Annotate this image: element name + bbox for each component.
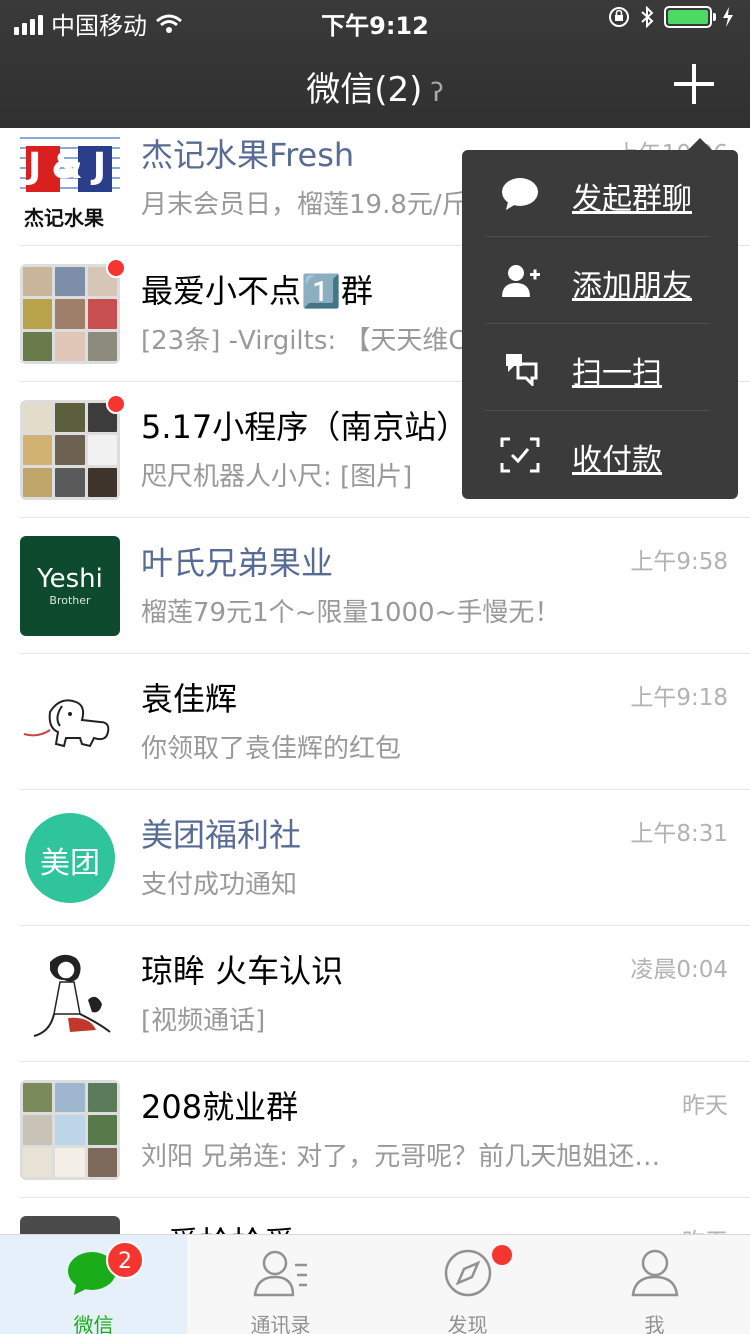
- chat-preview: 咫尺机器人小尺: [图片]: [141, 462, 413, 492]
- chat-preview: 你领取了袁佳辉的红包: [141, 734, 402, 764]
- chat-name: 208就业群: [141, 1088, 299, 1126]
- tab-label: 通讯录: [250, 1313, 311, 1334]
- menu-item-label: 收付款: [572, 443, 662, 478]
- earpiece-mode-icon: ʔ: [430, 78, 444, 108]
- avatar: Yeshi Brother: [20, 536, 120, 636]
- chat-preview: [视频通话]: [141, 1006, 266, 1036]
- group-avatar-grid: [20, 400, 120, 500]
- chat-preview: 支付成功通知: [141, 870, 298, 900]
- chat-time: 上午9:58: [630, 549, 728, 575]
- tab-bar: 2 微信 通讯录 发现 我: [0, 1234, 750, 1334]
- tab-contacts[interactable]: 通讯录: [187, 1235, 374, 1334]
- tab-label: 我: [644, 1313, 665, 1334]
- menu-item-label: 发起群聊: [572, 182, 692, 217]
- avatar: [20, 258, 126, 364]
- tab-me[interactable]: 我: [561, 1235, 748, 1334]
- chat-time: 凌晨0:04: [630, 957, 728, 983]
- chat-row[interactable]: Yeshi Brother 叶氏兄弟果业 榴莲79元1个~限量1000~手慢无！…: [0, 518, 750, 654]
- chat-name: 5.17小程序（南京站）: [141, 408, 469, 446]
- menu-item-scan[interactable]: 扫一扫: [462, 324, 738, 411]
- tab-label: 微信: [73, 1313, 114, 1334]
- battery-icon: [664, 6, 716, 28]
- compass-icon: [444, 1249, 491, 1297]
- chat-time: 昨天: [682, 1093, 728, 1119]
- bluetooth-icon: [641, 6, 654, 28]
- avatar: [20, 944, 120, 1044]
- scan-icon: [506, 354, 538, 386]
- chat-row[interactable]: 美团 美团福利社 支付成功通知 上午8:31: [0, 790, 750, 926]
- chat-name: ∞爱拾拾爱∞: [141, 1218, 322, 1234]
- avatar-caption: 杰记水果: [24, 206, 104, 230]
- chat-preview: 刘阳 兄弟连: 对了，元哥呢？前几天旭姐还…: [141, 1142, 661, 1172]
- chat-row[interactable]: 袁佳辉 你领取了袁佳辉的红包 上午9:18: [0, 654, 750, 790]
- page-title: 微信(2) ʔ: [306, 70, 444, 110]
- girl-sketch-icon: [33, 954, 111, 1037]
- tab-discover[interactable]: 发现: [374, 1235, 561, 1334]
- avatar-logo-text: J&J: [28, 146, 117, 187]
- contacts-icon: [253, 1250, 307, 1297]
- dog-sketch-icon: [23, 699, 110, 748]
- avatar: [20, 394, 126, 500]
- avatar-logo-text: Yeshi: [37, 564, 103, 594]
- add-popover-menu: 发起群聊 添加朋友 扫一扫 收付款: [462, 138, 738, 499]
- chat-name: 美团福利社: [141, 816, 302, 854]
- unread-badge: 2: [106, 1241, 144, 1279]
- avatar: [20, 1216, 120, 1234]
- chat-name: 琼眸 火车认识: [141, 952, 344, 990]
- unread-dot: [106, 394, 126, 414]
- chat-time: 上午9:18: [630, 685, 728, 711]
- chat-time: 上午8:31: [630, 821, 728, 847]
- discover-dot: [492, 1245, 512, 1265]
- tab-label: 发现: [447, 1313, 488, 1334]
- rotation-lock-icon: [609, 7, 629, 27]
- chat-time: 昨天: [682, 1222, 728, 1234]
- menu-item-label: 添加朋友: [572, 269, 692, 304]
- menu-item-payment[interactable]: 收付款: [462, 411, 738, 498]
- avatar: J&J 杰记水果: [20, 128, 120, 230]
- add-menu-button[interactable]: [674, 62, 718, 106]
- avatar-logo-text: 美团: [40, 846, 100, 881]
- chat-preview: 月末会员日，榴莲19.8元/斤: [141, 190, 468, 220]
- chat-row[interactable]: ∞爱拾拾爱∞ 昨天: [0, 1198, 750, 1234]
- group-avatar-grid: [20, 1080, 120, 1180]
- avatar: [20, 1080, 120, 1180]
- chat-row[interactable]: 琼眸 火车认识 [视频通话] 凌晨0:04: [0, 926, 750, 1062]
- group-avatar-grid: [20, 264, 120, 364]
- chat-bubble-icon: [502, 178, 538, 210]
- payment-icon: [500, 437, 540, 473]
- chat-name: 杰记水果Fresh: [141, 136, 355, 174]
- menu-item-add-friend[interactable]: 添加朋友: [462, 237, 738, 324]
- chat-name: 叶氏兄弟果业: [141, 544, 334, 582]
- unread-dot: [106, 258, 126, 278]
- charging-icon: [723, 7, 733, 27]
- menu-item-label: 扫一扫: [572, 356, 662, 391]
- person-icon: [631, 1249, 678, 1297]
- chat-row[interactable]: 208就业群 刘阳 兄弟连: 对了，元哥呢？前几天旭姐还… 昨天: [0, 1062, 750, 1198]
- status-bar: 中国移动 下午9:12: [0, 0, 750, 42]
- avatar: [20, 672, 120, 772]
- avatar: 美团: [20, 808, 120, 908]
- chat-preview: 榴莲79元1个~限量1000~手慢无！: [141, 598, 561, 628]
- chat-name: 袁佳辉: [141, 680, 238, 718]
- avatar-logo-subtext: Brother: [49, 594, 91, 607]
- chat-preview: [23条] -Virgilts: 【天天维C】: [141, 326, 493, 356]
- nav-header: 中国移动 下午9:12 微信(2) ʔ: [0, 0, 750, 128]
- add-friend-icon: [502, 265, 540, 297]
- chat-name: 最爱小不点1️⃣群: [141, 272, 373, 310]
- menu-item-group-chat[interactable]: 发起群聊: [462, 150, 738, 237]
- tab-chats[interactable]: 2 微信: [0, 1235, 187, 1334]
